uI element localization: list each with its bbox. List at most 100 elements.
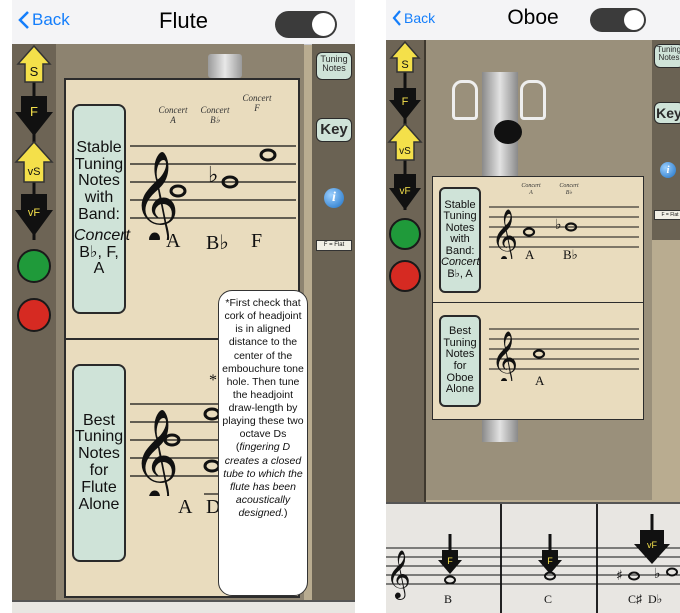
- label-line: Tuning: [74, 155, 124, 173]
- treble-clef-icon: 𝄞: [491, 208, 518, 259]
- note-high-d: [203, 407, 220, 421]
- note-name-bflat: B♭: [563, 247, 578, 262]
- right-tools-column: Tuning Notes Key i F = Flat: [652, 40, 680, 240]
- bottom-strip: [12, 600, 355, 613]
- flat-sign-icon: ♭: [654, 566, 661, 582]
- label-line: Alone: [78, 495, 120, 513]
- toggle-knob: [312, 13, 335, 36]
- back-label: Back: [32, 10, 70, 29]
- sharp-sign-icon: ♯: [616, 568, 623, 584]
- fingering-strip: 𝄞 F F vF ♯ ♭ B C C♯ D♭: [386, 502, 680, 613]
- note-name-a: A: [525, 247, 535, 262]
- label-line: Flute: [81, 478, 117, 496]
- indicator-vf-label: vF: [399, 186, 410, 197]
- note-dflat: [666, 567, 678, 577]
- treble-clef-icon: 𝄞: [386, 549, 411, 600]
- concert-label-a: Concert A: [521, 183, 541, 196]
- label-line: Best: [82, 411, 115, 429]
- tuning-notes-button[interactable]: Tuning Notes: [654, 44, 680, 68]
- best-staff: 𝄞: [130, 403, 220, 496]
- oboe-key-image: [520, 80, 546, 120]
- note-name-a: A: [178, 496, 193, 518]
- note-b: [444, 575, 456, 585]
- stable-staff: 𝄞 ♭: [130, 145, 296, 240]
- toggle-knob: [624, 10, 644, 30]
- key-button[interactable]: Key: [654, 102, 680, 124]
- back-button[interactable]: Back: [392, 10, 435, 26]
- note-name-f: F: [251, 230, 263, 252]
- oboe-screen: Back Oboe S F vS vF Tuning Notes Key i F…: [386, 0, 680, 613]
- right-tools-column: Tuning Notes Key i F = Flat: [312, 44, 355, 613]
- flat-sign-icon: ♭: [208, 163, 218, 188]
- label-line: Stable: [76, 138, 122, 156]
- stable-tuning-label: Stable Tuning Notes with Band: Concert B…: [72, 104, 131, 314]
- marker-label: F: [447, 556, 453, 566]
- fingering-note-name: C: [544, 592, 553, 606]
- navigation-bar: Back Flute: [12, 0, 355, 45]
- stable-tuning-label: Stable Tuning Notes with Band: Concert B…: [439, 187, 481, 293]
- concert-label-a: Concert A: [158, 105, 188, 125]
- treble-clef-icon: 𝄞: [132, 408, 179, 496]
- headjoint-image: [208, 54, 242, 78]
- marker-label: vF: [647, 540, 658, 550]
- green-light[interactable]: [389, 218, 421, 250]
- flat-key-legend: F = Flat: [316, 240, 352, 251]
- label-line: Band:: [78, 206, 120, 223]
- label-concert: Concert: [74, 226, 131, 244]
- footnote-bubble: *First check that cork of headjoint is i…: [218, 290, 308, 596]
- oboe-tone-hole: [494, 120, 522, 144]
- back-button[interactable]: Back: [18, 10, 70, 30]
- concert-label-bflat: Concert B♭: [559, 183, 579, 196]
- green-light[interactable]: [17, 249, 51, 283]
- label-line: Alone: [445, 383, 475, 396]
- indicator-s-label: S: [401, 59, 408, 71]
- chevron-left-icon: [18, 11, 29, 29]
- concert-label-f: Concert F: [242, 93, 272, 113]
- label-concert-notes: B♭, F, A: [79, 243, 119, 278]
- flat-sign-icon: ♭: [555, 217, 562, 233]
- toggle-switch[interactable]: [590, 8, 646, 32]
- indicator-f-label: F: [402, 96, 409, 108]
- indicator-f-label: F: [30, 104, 38, 119]
- note-name-a: A: [166, 230, 181, 252]
- label-line: with: [84, 189, 114, 207]
- info-icon[interactable]: i: [660, 162, 676, 178]
- note-name-a: A: [535, 373, 545, 388]
- note-csharp: [628, 571, 640, 581]
- oboe-key-image: [452, 80, 478, 120]
- key-button[interactable]: Key: [316, 118, 352, 142]
- fingering-note-name: B: [444, 592, 453, 606]
- label-line: Tuning: [443, 210, 477, 223]
- note-a: [532, 349, 546, 359]
- treble-clef-icon: 𝄞: [491, 330, 518, 381]
- indicator-vs-label: vS: [28, 166, 41, 178]
- label-line: for: [89, 462, 109, 479]
- best-tuning-label: Best Tuning Notes for Flute Alone: [72, 364, 126, 562]
- red-light[interactable]: [389, 260, 421, 292]
- back-label: Back: [404, 10, 436, 26]
- flat-key-legend: F = Flat: [654, 210, 680, 220]
- label-concert-notes: B♭, A: [447, 267, 473, 280]
- concert-label-bflat: Concert B♭: [200, 105, 230, 125]
- label-line: Tuning: [74, 428, 124, 446]
- asterisk-mark: *: [209, 372, 217, 389]
- chevron-left-icon: [392, 10, 401, 26]
- label-line: Notes: [78, 445, 120, 463]
- tuning-notes-button[interactable]: Tuning Notes: [316, 52, 352, 80]
- indicator-vs-label: vS: [399, 146, 411, 157]
- fingering-note-name: C♯ D♭: [628, 592, 663, 606]
- best-staff: 𝄞: [489, 328, 639, 381]
- flute-screen: Back Flute S F vS vF Tuning Notes Key i …: [12, 0, 355, 613]
- note-a: [522, 227, 536, 237]
- best-tuning-card: Best Tuning Notes for Oboe Alone 𝄞 A: [432, 302, 644, 420]
- note-name-bflat: B♭: [206, 232, 229, 254]
- marker-label: F: [547, 556, 553, 566]
- info-icon[interactable]: i: [324, 188, 344, 208]
- label-line: for: [453, 360, 467, 372]
- best-tuning-label: Best Tuning Notes for Oboe Alone: [439, 315, 481, 407]
- red-light[interactable]: [17, 298, 51, 332]
- toggle-switch[interactable]: [275, 11, 337, 38]
- tuning-indicator-column: S F vS vF: [12, 44, 58, 613]
- stable-tuning-card: Stable Tuning Notes with Band: Concert B…: [432, 176, 644, 304]
- navigation-bar: Back Oboe: [386, 0, 680, 41]
